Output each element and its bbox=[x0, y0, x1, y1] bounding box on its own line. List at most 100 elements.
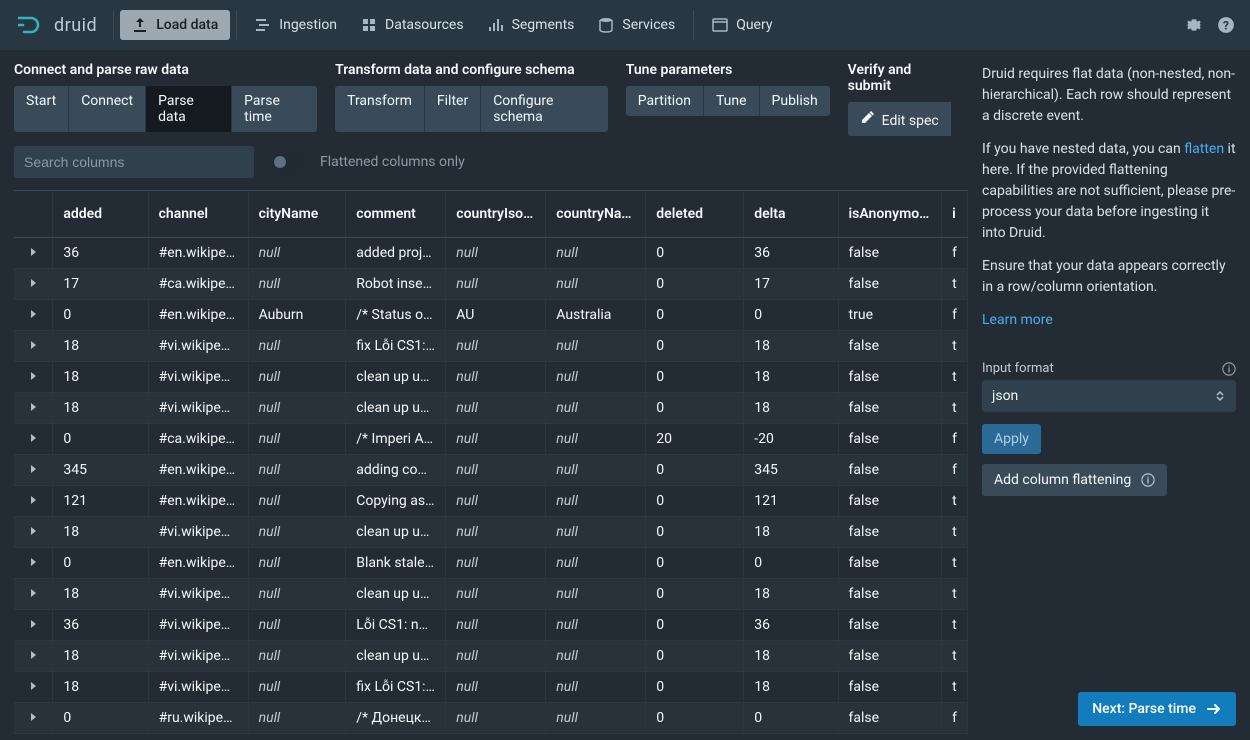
cell-countryIsoCode: null bbox=[446, 454, 546, 485]
more-icon[interactable]: ••• bbox=[436, 307, 446, 323]
column-header-delta[interactable]: delta bbox=[744, 191, 838, 237]
arrow-right-icon bbox=[1206, 701, 1222, 717]
cell-cityName: null bbox=[248, 485, 346, 516]
column-header-countryName[interactable]: countryName bbox=[546, 191, 646, 237]
search-columns-input[interactable] bbox=[14, 146, 254, 178]
expand-row-button[interactable] bbox=[14, 454, 53, 485]
table-row: 18#vi.wikipedianullclean up usin…nullnul… bbox=[14, 516, 968, 547]
stage-pill-parse-time[interactable]: Parse time bbox=[232, 86, 317, 132]
expand-row-button[interactable] bbox=[14, 237, 53, 268]
expand-row-button[interactable] bbox=[14, 392, 53, 423]
upload-icon bbox=[132, 17, 148, 33]
brand[interactable]: druid bbox=[8, 14, 107, 36]
stage-pill-edit-spec[interactable]: Edit spec bbox=[848, 102, 951, 136]
cell-i: t bbox=[942, 578, 968, 609]
more-icon[interactable]: ••• bbox=[437, 555, 445, 571]
cell-channel: #vi.wikipedia bbox=[148, 578, 248, 609]
cell-added: 345 bbox=[53, 454, 148, 485]
column-header-cityName[interactable]: cityName bbox=[248, 191, 346, 237]
column-header-i[interactable]: i bbox=[942, 191, 968, 237]
flattened-columns-toggle[interactable] bbox=[272, 154, 302, 170]
table-row: 36#en.wikipedianulladded projectnullnull… bbox=[14, 237, 968, 268]
cell-deleted: 0 bbox=[646, 671, 744, 702]
cell-comment: fix Lỗi CS1: n… bbox=[346, 330, 446, 361]
cell-delta: 36 bbox=[744, 237, 838, 268]
cell-cityName: null bbox=[248, 361, 346, 392]
database-icon bbox=[598, 17, 614, 33]
nav-services[interactable]: Services bbox=[586, 10, 687, 40]
cell-i: t bbox=[942, 640, 968, 671]
expand-row-button[interactable] bbox=[14, 578, 53, 609]
cell-channel: #vi.wikipedia bbox=[148, 361, 248, 392]
flattened-columns-label: Flattened columns only bbox=[320, 154, 465, 170]
cell-comment: added project bbox=[346, 237, 446, 268]
expand-row-button[interactable] bbox=[14, 640, 53, 671]
nav-query[interactable]: Query bbox=[700, 10, 784, 40]
cell-channel: #ru.wikipedia bbox=[148, 702, 248, 733]
apply-button[interactable]: Apply bbox=[982, 424, 1041, 454]
nav-load-data[interactable]: Load data bbox=[120, 10, 230, 40]
application-icon bbox=[712, 17, 728, 33]
stage-pill-start[interactable]: Start bbox=[14, 86, 69, 132]
help-paragraph: If you have nested data, you can flatten… bbox=[982, 139, 1236, 244]
expand-row-button[interactable] bbox=[14, 330, 53, 361]
expand-row-button[interactable] bbox=[14, 702, 53, 733]
more-icon[interactable]: ••• bbox=[435, 276, 445, 292]
cell-countryIsoCode: null bbox=[446, 671, 546, 702]
cell-isAnonymous: false bbox=[838, 268, 942, 299]
expand-row-button[interactable] bbox=[14, 299, 53, 330]
settings-button[interactable] bbox=[1178, 9, 1210, 41]
column-header-added[interactable]: added bbox=[53, 191, 148, 237]
column-header-isAnonymous[interactable]: isAnonymous bbox=[838, 191, 942, 237]
column-header-countryIsoCode[interactable]: countryIsoCode bbox=[446, 191, 546, 237]
stage-pill-connect[interactable]: Connect bbox=[69, 86, 146, 132]
expand-row-button[interactable] bbox=[14, 423, 53, 454]
cell-channel: #en.wikipedia bbox=[148, 547, 248, 578]
cell-isAnonymous: true bbox=[838, 299, 942, 330]
info-icon[interactable]: i bbox=[1222, 362, 1236, 376]
nav-segments[interactable]: Segments bbox=[476, 10, 587, 40]
learn-more-link[interactable]: Learn more bbox=[982, 312, 1053, 328]
cell-isAnonymous: false bbox=[838, 609, 942, 640]
cell-countryIsoCode: null bbox=[446, 516, 546, 547]
expand-row-button[interactable] bbox=[14, 268, 53, 299]
expand-row-button[interactable] bbox=[14, 609, 53, 640]
column-header-deleted[interactable]: deleted bbox=[646, 191, 744, 237]
cell-i: f bbox=[942, 702, 968, 733]
nav-datasources[interactable]: Datasources bbox=[349, 10, 476, 40]
stage-pill-configure-schema[interactable]: Configure schema bbox=[481, 86, 608, 132]
stage-pill-tune[interactable]: Tune bbox=[704, 86, 760, 116]
nav-ingestion[interactable]: Ingestion bbox=[243, 10, 349, 40]
stage-pill-filter[interactable]: Filter bbox=[425, 86, 481, 132]
input-format-select[interactable]: json bbox=[982, 380, 1236, 412]
expand-row-button[interactable] bbox=[14, 361, 53, 392]
cell-channel: #ca.wikipedia bbox=[148, 268, 248, 299]
next-button[interactable]: Next: Parse time bbox=[1078, 692, 1236, 726]
stage-title: Transform data and configure schema bbox=[335, 62, 608, 78]
cell-cityName: null bbox=[248, 330, 346, 361]
stage-pill-partition[interactable]: Partition bbox=[626, 86, 704, 116]
help-button[interactable]: ? bbox=[1210, 9, 1242, 41]
expand-row-button[interactable] bbox=[14, 547, 53, 578]
cell-added: 18 bbox=[53, 640, 148, 671]
cell-deleted: 0 bbox=[646, 268, 744, 299]
expand-row-button[interactable] bbox=[14, 485, 53, 516]
column-header-comment[interactable]: comment bbox=[346, 191, 446, 237]
cell-cityName: null bbox=[248, 423, 346, 454]
add-column-flattening-button[interactable]: Add column flattening i bbox=[982, 464, 1167, 496]
stage-pill-parse-data[interactable]: Parse data bbox=[146, 86, 232, 132]
cell-countryIsoCode: null bbox=[446, 392, 546, 423]
chevron-right-icon bbox=[28, 371, 38, 381]
nav-query-label: Query bbox=[736, 17, 772, 33]
expand-row-button[interactable] bbox=[14, 671, 53, 702]
cell-channel: #vi.wikipedia bbox=[148, 516, 248, 547]
cell-isAnonymous: false bbox=[838, 423, 942, 454]
cell-i: t bbox=[942, 516, 968, 547]
column-header-channel[interactable]: channel bbox=[148, 191, 248, 237]
flatten-link[interactable]: flatten bbox=[1184, 141, 1224, 157]
cell-comment: adding comm… bbox=[346, 454, 446, 485]
stage-pill-transform[interactable]: Transform bbox=[335, 86, 425, 132]
cell-deleted: 0 bbox=[646, 578, 744, 609]
expand-row-button[interactable] bbox=[14, 516, 53, 547]
stage-pill-publish[interactable]: Publish bbox=[760, 86, 830, 116]
